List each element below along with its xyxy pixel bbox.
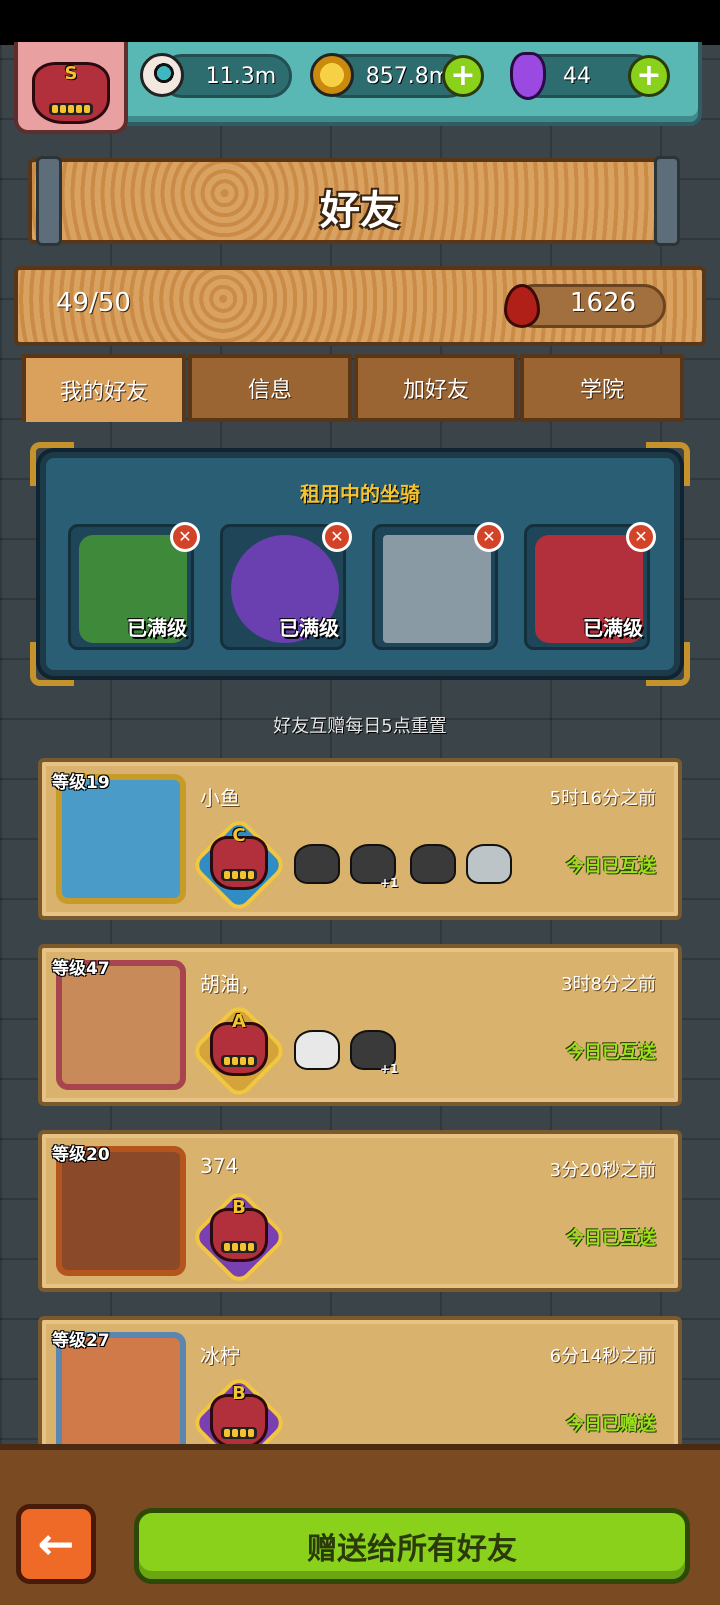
panel-corner xyxy=(30,642,74,686)
gift-status: 今日已互送 xyxy=(566,1228,656,1249)
tab-my-friends[interactable]: 我的好友 xyxy=(22,354,186,422)
send-to-all-button[interactable]: 赠送给所有好友 xyxy=(134,1508,690,1584)
remove-mount-button[interactable]: ✕ xyxy=(626,522,656,552)
ufo-mount-icon xyxy=(466,844,512,884)
friend-name: 小鱼 xyxy=(200,786,240,810)
friend-avatar[interactable] xyxy=(56,1146,186,1276)
blood-value: 1626 xyxy=(569,288,637,318)
page-title: 好友 xyxy=(320,188,400,234)
grade-monster-icon: A xyxy=(210,1011,268,1076)
last-online: 3分20秒之前 xyxy=(549,1160,656,1181)
tab-label: 加好友 xyxy=(402,378,469,403)
blood-drop-icon xyxy=(504,284,540,328)
machine-mount-icon xyxy=(383,535,491,643)
grade-letter: A xyxy=(232,1011,246,1032)
friend-count: 49/50 xyxy=(56,288,131,318)
grade-letter: B xyxy=(232,1197,246,1218)
friend-avatar[interactable] xyxy=(56,960,186,1090)
reset-note: 好友互赠每日5点重置 xyxy=(273,716,447,737)
back-button[interactable]: ← xyxy=(16,1504,96,1584)
friend-level: 等级27 xyxy=(52,1331,110,1351)
friend-avatar[interactable] xyxy=(56,1332,186,1462)
friend-level: 等级20 xyxy=(52,1145,110,1165)
extra-mount-count: +1 xyxy=(380,1062,399,1076)
grade-letter: B xyxy=(232,1383,246,1404)
tab-add-friend[interactable]: 加好友 xyxy=(354,354,518,422)
spiky-mount-icon xyxy=(294,844,340,884)
grade-letter: C xyxy=(232,825,246,846)
remove-mount-button[interactable]: ✕ xyxy=(474,522,504,552)
friend-name: 374 xyxy=(200,1154,239,1178)
tab-academy[interactable]: 学院 xyxy=(520,354,684,422)
tab-label: 信息 xyxy=(247,378,292,403)
max-level-label: 已满级 xyxy=(279,616,339,640)
tab-label: 学院 xyxy=(579,378,624,403)
back-arrow-icon: ← xyxy=(37,1518,75,1570)
eyeball-icon xyxy=(140,53,184,97)
coin-value: 857.8m xyxy=(365,63,451,89)
last-online: 5时16分之前 xyxy=(549,788,656,809)
friend-avatar[interactable] xyxy=(56,774,186,904)
gift-status: 今日已互送 xyxy=(566,1042,656,1063)
potion-value: 44 xyxy=(563,63,591,89)
coin-icon xyxy=(310,53,354,97)
tab-label: 我的好友 xyxy=(59,380,148,405)
max-level-label: 已满级 xyxy=(127,616,187,640)
player-grade: S xyxy=(64,63,78,84)
status-bar xyxy=(0,0,720,45)
potion-icon xyxy=(510,52,546,100)
grade-monster-icon: B xyxy=(210,1197,268,1262)
add-coins-button[interactable]: + xyxy=(442,55,484,97)
renting-title: 租用中的坐骑 xyxy=(300,482,420,506)
send-to-all-label: 赠送给所有好友 xyxy=(307,1532,517,1567)
player-badge[interactable]: S xyxy=(14,42,128,134)
last-online: 3时8分之前 xyxy=(561,974,656,995)
last-online: 6分14秒之前 xyxy=(549,1346,656,1367)
friend-level: 等级47 xyxy=(52,959,110,979)
player-monster-icon: S xyxy=(32,62,110,124)
extra-mount-count: +1 xyxy=(380,876,399,890)
remove-mount-button[interactable]: ✕ xyxy=(322,522,352,552)
friend-name: 胡油， xyxy=(200,972,260,996)
remove-mount-button[interactable]: ✕ xyxy=(170,522,200,552)
grade-monster-icon: B xyxy=(210,1383,268,1448)
rabbit-mount-icon xyxy=(294,1030,340,1070)
grade-monster-icon: C xyxy=(210,825,268,890)
max-level-label: 已满级 xyxy=(583,616,643,640)
eye-value: 11.3m xyxy=(205,63,277,89)
add-potion-button[interactable]: + xyxy=(628,55,670,97)
friend-level: 等级19 xyxy=(52,773,110,793)
tab-messages[interactable]: 信息 xyxy=(188,354,352,422)
gift-status: 今日已赠送 xyxy=(566,1414,656,1435)
friend-name: 冰柠 xyxy=(200,1344,240,1368)
panel-corner xyxy=(646,642,690,686)
machine-mount-icon xyxy=(410,844,456,884)
gift-status: 今日已互送 xyxy=(566,856,656,877)
